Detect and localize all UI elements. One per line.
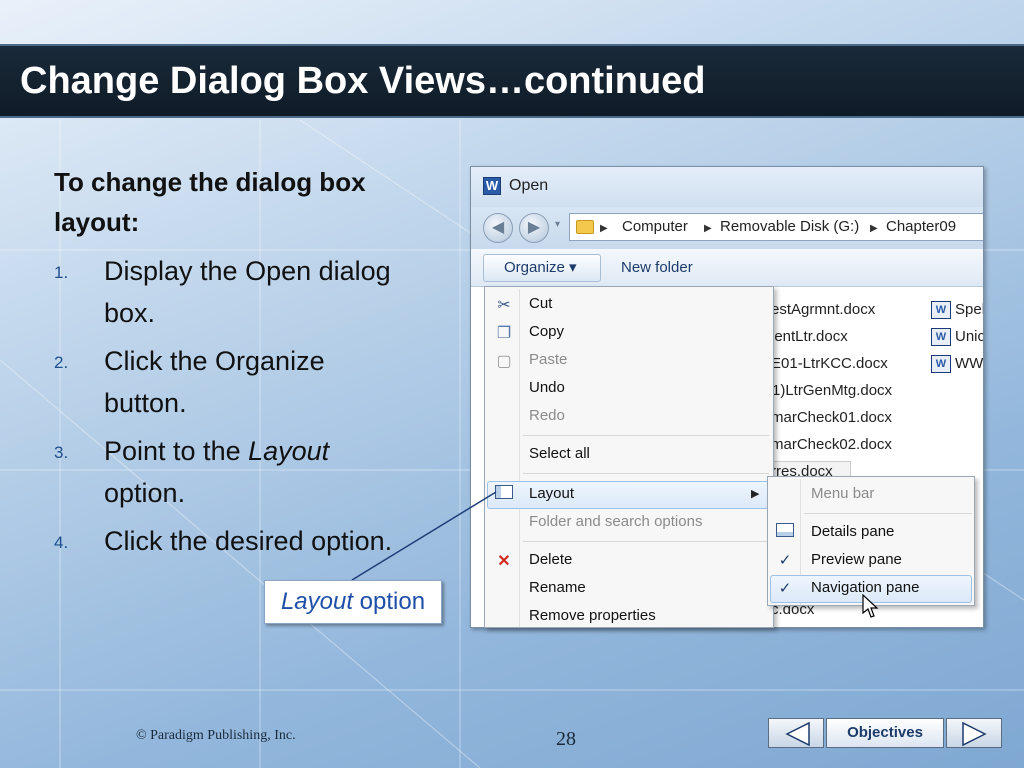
paste-icon: ▢ xyxy=(496,353,512,370)
step-item: 2. Click the Organize button. xyxy=(54,340,394,424)
file-item[interactable]: marCheck01.docx xyxy=(771,409,892,426)
callout-emphasis: Layout xyxy=(280,588,353,615)
mouse-cursor-icon xyxy=(862,594,879,618)
word-doc-icon: W xyxy=(931,355,951,373)
title-band: Change Dialog Box Views…continued xyxy=(0,44,1024,118)
address-bar[interactable]: ▶ Computer ▶ Removable Disk (G:) ▶ Chapt… xyxy=(569,213,983,241)
file-item[interactable]: E01-LtrKCC.docx xyxy=(771,355,888,372)
objectives-button[interactable]: Objectives xyxy=(826,718,944,748)
menu-separator xyxy=(804,513,972,514)
submenu-item-preview-pane[interactable]: Preview pane xyxy=(811,551,902,568)
copy-icon: ❐ xyxy=(496,325,512,342)
file-item[interactable]: estAgrmnt.docx xyxy=(771,301,875,318)
word-app-icon: W xyxy=(483,177,501,195)
menu-item-undo[interactable]: Undo xyxy=(529,379,565,396)
breadcrumb-removable-disk[interactable]: Removable Disk (G:) xyxy=(720,218,859,235)
step-text: Click the Organize button. xyxy=(104,346,325,418)
step-text-emphasis: Layout xyxy=(248,436,330,466)
folder-icon xyxy=(576,220,594,234)
right-arrow-icon xyxy=(962,721,987,747)
breadcrumb-arrow-icon: ▶ xyxy=(704,223,712,234)
menu-separator xyxy=(523,541,769,542)
step-number: 1. xyxy=(54,263,69,282)
next-slide-button[interactable] xyxy=(946,718,1002,748)
file-item[interactable]: WW xyxy=(955,355,983,372)
menu-item-layout[interactable]: Layout xyxy=(529,485,574,502)
dropdown-arrow-icon: ▾ xyxy=(569,259,577,276)
file-item[interactable]: marCheck02.docx xyxy=(771,436,892,453)
breadcrumb-chapter09[interactable]: Chapter09 xyxy=(886,218,956,235)
breadcrumb-arrow-icon: ▶ xyxy=(870,223,878,234)
breadcrumb-arrow-icon: ▶ xyxy=(600,223,608,234)
menu-item-copy[interactable]: Copy xyxy=(529,323,564,340)
step-text-after: option. xyxy=(104,478,186,508)
step-item: 3. Point to the Layout option. xyxy=(54,430,394,514)
file-item[interactable]: Unic xyxy=(955,328,983,345)
address-row: ◀ ▶ ▾ ▶ Computer ▶ Removable Disk (G:) ▶… xyxy=(471,207,983,249)
back-button[interactable]: ◀ xyxy=(483,213,513,243)
submenu-item-menu-bar[interactable]: Menu bar xyxy=(811,485,874,502)
file-item[interactable]: Spel xyxy=(955,301,983,318)
submenu-item-details-pane[interactable]: Details pane xyxy=(811,523,894,540)
step-item: 1. Display the Open dialog box. xyxy=(54,250,394,334)
layout-submenu: Menu bar Details pane ✓ Preview pane ✓ N… xyxy=(767,476,975,606)
menu-item-delete[interactable]: Delete xyxy=(529,551,572,568)
instruction-heading: To change the dialog box layout: xyxy=(54,167,366,237)
menu-gutter xyxy=(519,289,520,627)
scissors-icon: ✂ xyxy=(497,297,511,314)
menu-item-cut[interactable]: Cut xyxy=(529,295,552,312)
menu-item-rename[interactable]: Rename xyxy=(529,579,586,596)
layout-option-callout: Layout option xyxy=(264,580,442,624)
slide-title: Change Dialog Box Views…continued xyxy=(20,60,706,102)
menu-item-paste[interactable]: Paste xyxy=(529,351,567,368)
menu-item-folder-options[interactable]: Folder and search options xyxy=(529,513,702,530)
submenu-arrow-icon: ▶ xyxy=(751,488,760,500)
step-text-before: Point to the xyxy=(104,436,249,466)
breadcrumb-computer[interactable]: Computer xyxy=(622,218,688,235)
menu-item-redo[interactable]: Redo xyxy=(529,407,565,424)
slide-navigation: Objectives xyxy=(768,718,1002,748)
step-text: Click the desired option. xyxy=(104,526,393,556)
organize-menu: ✂ Cut ❐ Copy ▢ Paste Undo Redo Select al… xyxy=(484,286,774,628)
file-item[interactable]: (1)LtrGenMtg.docx xyxy=(767,382,892,399)
step-number: 3. xyxy=(54,443,69,462)
word-doc-icon: W xyxy=(931,301,951,319)
menu-item-remove-properties[interactable]: Remove properties xyxy=(529,607,656,624)
new-folder-button[interactable]: New folder xyxy=(621,259,693,276)
details-pane-icon xyxy=(776,523,794,541)
menu-item-select-all[interactable]: Select all xyxy=(529,445,590,462)
checkmark-icon: ✓ xyxy=(778,580,792,597)
page-number: 28 xyxy=(556,728,576,750)
step-number: 4. xyxy=(54,533,69,552)
menu-separator xyxy=(523,473,769,474)
dialog-titlebar: W Open xyxy=(471,167,983,207)
previous-slide-button[interactable] xyxy=(768,718,824,748)
file-item[interactable]: ientLtr.docx xyxy=(771,328,848,345)
copyright-text: © Paradigm Publishing, Inc. xyxy=(136,728,296,743)
word-doc-icon: W xyxy=(931,328,951,346)
step-item: 4. Click the desired option. xyxy=(54,520,394,562)
steps-list: 1. Display the Open dialog box. 2. Click… xyxy=(54,250,394,568)
organize-button[interactable]: Organize ▾ xyxy=(483,254,601,282)
checkmark-icon: ✓ xyxy=(778,552,792,569)
dialog-title: Open xyxy=(509,177,549,194)
menu-separator xyxy=(523,435,769,436)
step-text: Display the Open dialog box. xyxy=(104,256,391,328)
step-number: 2. xyxy=(54,353,69,372)
forward-button[interactable]: ▶ xyxy=(519,213,549,243)
layout-icon xyxy=(495,485,513,504)
history-dropdown-icon[interactable]: ▾ xyxy=(555,219,560,230)
dialog-toolbar: Organize ▾ New folder xyxy=(471,249,983,287)
delete-x-icon: ✕ xyxy=(497,553,511,570)
callout-text: option xyxy=(353,588,426,615)
left-arrow-icon xyxy=(785,721,810,747)
organize-label: Organize xyxy=(504,259,565,276)
